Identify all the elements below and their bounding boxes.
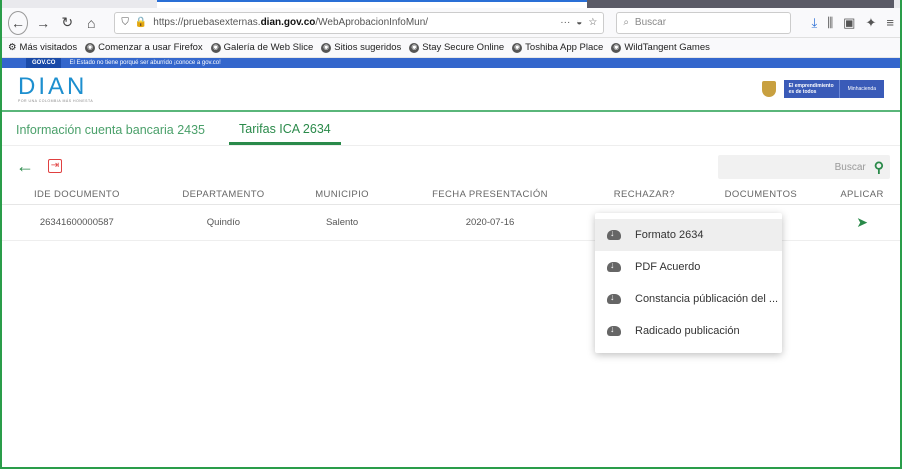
cell-ide-documento: 26341600000587: [2, 204, 152, 241]
column-header[interactable]: DOCUMENTOS: [697, 186, 825, 205]
cell-aplicar: ➤: [824, 204, 900, 241]
cloud-download-icon: [607, 324, 621, 336]
bookmark-item[interactable]: ◉ Toshiba App Place: [512, 42, 603, 53]
send-icon[interactable]: ➤: [856, 214, 868, 230]
column-header[interactable]: IDE DOCUMENTO: [2, 186, 152, 205]
cell-municipio: Salento: [295, 204, 389, 241]
search-icon[interactable]: ⚲: [874, 159, 884, 176]
download-icon[interactable]: ⤓: [811, 15, 817, 31]
exit-icon[interactable]: ⇥: [48, 159, 62, 173]
sidebar-icon[interactable]: ▣: [843, 15, 855, 31]
forward-icon[interactable]: →: [34, 12, 52, 34]
browser-tabstrip: [2, 0, 900, 8]
table-header-row: IDE DOCUMENTO DEPARTAMENTO MUNICIPIO FEC…: [2, 186, 900, 205]
menu-item-constancia[interactable]: Constancia públicación del ...: [595, 283, 782, 315]
cell-fecha: 2020-07-16: [388, 204, 591, 241]
globe-icon: ◉: [321, 42, 332, 53]
action-row: ← ⇥ Buscar ⚲: [2, 146, 900, 186]
column-header[interactable]: DEPARTAMENTO: [151, 186, 296, 205]
back-arrow-icon[interactable]: ←: [16, 156, 34, 177]
tab-bar: Información cuenta bancaria 2435 Tarifas…: [2, 112, 900, 146]
url-bar[interactable]: ⛉ 🔒 https://pruebasexternas.dian.gov.co/…: [114, 11, 605, 34]
reload-icon[interactable]: ↻: [58, 12, 76, 34]
app-header: DIAN POR UNA COLOMBIA MÁS HONESTA El emp…: [2, 68, 900, 112]
pocket-icon[interactable]: ◒: [576, 17, 582, 28]
cloud-download-icon: [607, 292, 621, 304]
search-icon: ⌕: [623, 17, 629, 28]
cloud-download-icon: [607, 228, 621, 240]
menu-item-radicado[interactable]: Radicado publicación: [595, 315, 782, 347]
coat-of-arms-icon: [761, 81, 776, 97]
cell-departamento: Quindío: [151, 204, 296, 241]
home-icon[interactable]: ⌂: [82, 12, 100, 34]
bookmarks-bar: ⚙ Más visitados ◉ Comenzar a usar Firefox …: [2, 38, 900, 58]
browser-tab-active[interactable]: [157, 0, 587, 8]
globe-icon: ◉: [512, 42, 523, 53]
menu-icon[interactable]: ≡: [886, 15, 894, 31]
gov-banner: GOV.CO El Estado no tiene porqué ser abu…: [2, 58, 900, 68]
brand-badge: El emprendimiento es de todos: [783, 80, 839, 98]
shield-icon[interactable]: ⛉: [121, 17, 129, 28]
library-icon[interactable]: ⫼: [827, 15, 833, 31]
globe-icon: ◉: [611, 42, 622, 53]
globe-icon: ◉: [85, 42, 96, 53]
cloud-download-icon: [607, 260, 621, 272]
bookmark-item[interactable]: ◉ Sitios sugeridos: [321, 42, 401, 53]
browser-navbar: ← → ↻ ⌂ ⛉ 🔒 https://pruebasexternas.dian…: [2, 8, 900, 38]
bookmark-item[interactable]: ◉ WildTangent Games: [611, 42, 710, 53]
lock-icon[interactable]: 🔒: [135, 17, 147, 28]
minhacienda-badge: Minhacienda: [838, 80, 884, 98]
star-icon[interactable]: ☆: [588, 17, 597, 28]
browser-tabstrip-dark: [587, 0, 894, 8]
more-icon[interactable]: ···: [560, 17, 570, 28]
documents-dropdown-menu: Formato 2634 PDF Acuerdo Constancia públ…: [595, 213, 782, 353]
table-search-input[interactable]: Buscar ⚲: [718, 155, 890, 179]
url-text[interactable]: https://pruebasexternas.dian.gov.co/WebA…: [153, 17, 554, 28]
bookmark-item[interactable]: ◉ Stay Secure Online: [409, 42, 504, 53]
globe-icon: ◉: [210, 42, 221, 53]
menu-item-formato[interactable]: Formato 2634: [595, 219, 782, 251]
tab-cuenta-bancaria[interactable]: Información cuenta bancaria 2435: [16, 123, 205, 145]
govco-badge[interactable]: GOV.CO: [26, 58, 62, 68]
dian-logo[interactable]: DIAN POR UNA COLOMBIA MÁS HONESTA: [18, 74, 93, 103]
extension-icon[interactable]: ✦: [865, 15, 876, 31]
gear-icon: ⚙: [8, 42, 17, 53]
column-header[interactable]: RECHAZAR?: [591, 186, 698, 205]
back-icon[interactable]: ←: [8, 10, 29, 35]
bookmark-most-visited[interactable]: ⚙ Más visitados: [8, 42, 77, 53]
browser-search-input[interactable]: ⌕ Buscar: [616, 11, 792, 34]
column-header[interactable]: MUNICIPIO: [295, 186, 389, 205]
app-window: ← → ↻ ⌂ ⛉ 🔒 https://pruebasexternas.dian…: [0, 0, 902, 469]
bookmark-item[interactable]: ◉ Comenzar a usar Firefox: [85, 42, 203, 53]
tab-tarifas-ica[interactable]: Tarifas ICA 2634: [229, 122, 341, 145]
column-header[interactable]: FECHA PRESENTACIÓN: [388, 186, 591, 205]
gov-banner-text[interactable]: El Estado no tiene porqué ser aburrido ¡…: [69, 60, 220, 66]
menu-item-pdf-acuerdo[interactable]: PDF Acuerdo: [595, 251, 782, 283]
column-header[interactable]: APLICAR: [824, 186, 900, 205]
bookmark-item[interactable]: ◉ Galería de Web Slice: [210, 42, 313, 53]
globe-icon: ◉: [409, 42, 420, 53]
